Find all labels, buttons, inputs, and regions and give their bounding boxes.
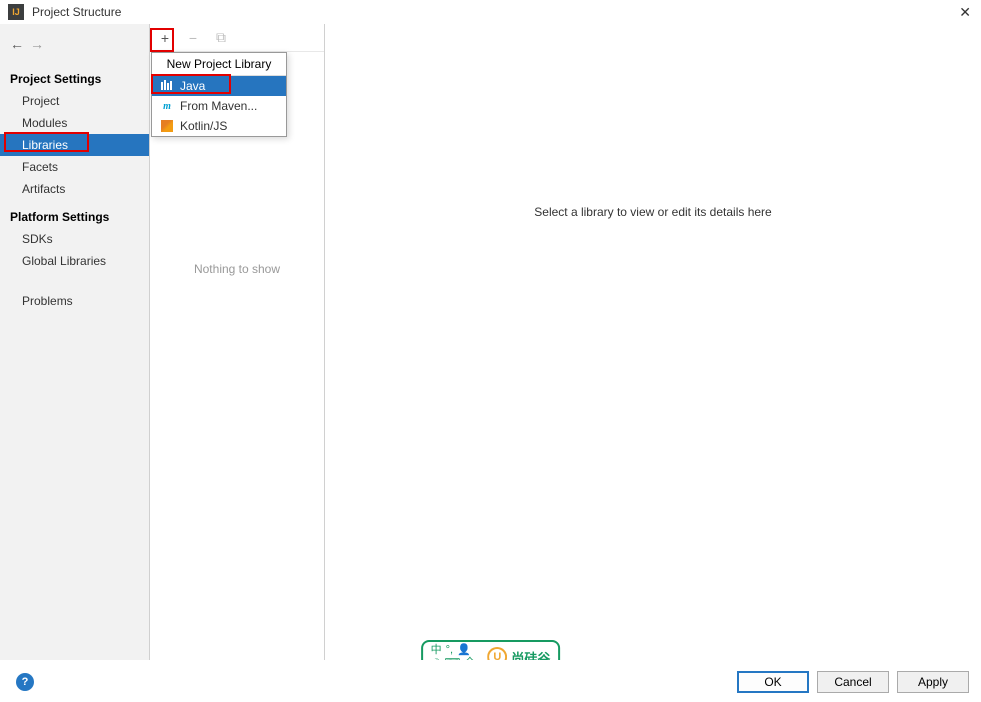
section-platform-settings: Platform Settings [0,206,149,228]
spacer [0,272,149,290]
maven-icon: m [160,99,174,113]
main-area: ← → Project Settings Project Modules Lib… [0,24,981,660]
sidebar: ← → Project Settings Project Modules Lib… [0,24,150,660]
popup-header: New Project Library [152,53,286,76]
popup-item-label: Java [180,79,205,93]
libraries-toolbar: + − ⧉ [150,24,324,52]
wm-glyph: °, [446,644,453,657]
sidebar-item-facets[interactable]: Facets [0,156,149,178]
wm-glyph: 中 [431,644,442,657]
close-icon[interactable]: ✕ [959,4,971,21]
cancel-button[interactable]: Cancel [817,671,889,693]
app-icon: IJ [8,4,24,20]
popup-item-maven[interactable]: m From Maven... [152,96,286,116]
ok-button[interactable]: OK [737,671,809,693]
java-icon [160,79,174,93]
popup-item-label: From Maven... [180,99,257,113]
copy-library-button[interactable]: ⧉ [212,29,230,47]
wm-glyph: 👤 [457,644,471,657]
help-icon[interactable]: ? [16,673,34,691]
sidebar-item-artifacts[interactable]: Artifacts [0,178,149,200]
apply-button[interactable]: Apply [897,671,969,693]
popup-item-java[interactable]: Java [152,76,286,96]
dialog-footer: ? OK Cancel Apply [0,660,981,702]
back-icon[interactable]: ← [10,36,24,52]
detail-panel: Select a library to view or edit its det… [325,24,981,660]
add-library-button[interactable]: + [156,29,174,47]
forward-icon[interactable]: → [30,36,44,52]
sidebar-item-modules[interactable]: Modules [0,112,149,134]
sidebar-item-global-libraries[interactable]: Global Libraries [0,250,149,272]
sidebar-item-libraries[interactable]: Libraries [0,134,149,156]
new-library-popup: New Project Library Java m From Maven...… [151,52,287,137]
popup-item-label: Kotlin/JS [180,119,227,133]
sidebar-item-sdks[interactable]: SDKs [0,228,149,250]
popup-item-kotlinjs[interactable]: Kotlin/JS [152,116,286,136]
window-title: Project Structure [32,5,121,19]
remove-library-button[interactable]: − [184,29,202,47]
sidebar-item-project[interactable]: Project [0,90,149,112]
app-icon-text: IJ [12,7,20,17]
detail-placeholder: Select a library to view or edit its det… [534,205,771,219]
nav-history: ← → [0,30,149,62]
sidebar-item-problems[interactable]: Problems [0,290,149,312]
kotlin-icon [160,119,174,133]
titlebar: IJ Project Structure ✕ [0,0,981,24]
section-project-settings: Project Settings [0,68,149,90]
